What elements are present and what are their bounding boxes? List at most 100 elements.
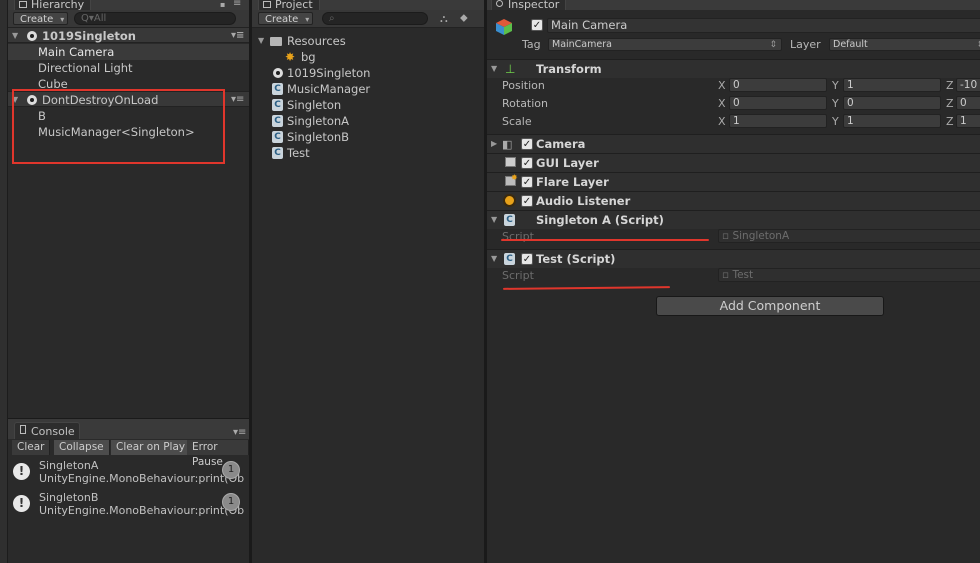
singleton-a-script-label: Script: [502, 230, 534, 243]
tab-project-label: Project: [275, 0, 313, 10]
layer-dropdown[interactable]: Default: [829, 38, 980, 51]
expand-triangle-icon[interactable]: ▼: [491, 215, 497, 224]
project-item-singleton[interactable]: C Singleton: [252, 97, 484, 113]
flare-layer-component-header[interactable]: ✸ ✓ Flare Layer: [487, 172, 980, 191]
rotation-y-field[interactable]: 0: [843, 96, 941, 110]
project-item-musicmanager[interactable]: C MusicManager: [252, 81, 484, 97]
project-item-singletona[interactable]: C SingletonA: [252, 113, 484, 129]
inspector-tabbar: Inspector: [487, 0, 980, 10]
expand-triangle-icon[interactable]: ▼: [491, 254, 497, 263]
camera-icon: ◧: [502, 138, 513, 151]
hierarchy-create-button[interactable]: Create: [13, 12, 69, 26]
project-item-singletonb[interactable]: C SingletonB: [252, 129, 484, 145]
project-item-label: bg: [301, 50, 316, 64]
panel-menu-icon[interactable]: ≡: [233, 0, 241, 9]
hierarchy-item-label: Directional Light: [38, 61, 133, 75]
singleton-a-script-header[interactable]: ▼ C Singleton A (Script): [487, 210, 980, 229]
tag-label: Tag: [522, 38, 541, 51]
camera-component-header[interactable]: ▶ ◧ ✓ Camera: [487, 134, 980, 153]
hierarchy-item-directional-light[interactable]: Directional Light: [8, 60, 249, 76]
position-z-field[interactable]: -10: [956, 78, 980, 92]
gui-layer-title: GUI Layer: [536, 156, 599, 170]
tab-project[interactable]: Project: [258, 0, 320, 10]
expand-triangle-icon[interactable]: ▼: [491, 64, 497, 73]
log-count-badge: 1: [222, 493, 240, 511]
gui-layer-component-header[interactable]: ✓ GUI Layer: [487, 153, 980, 172]
console-entry[interactable]: ! SingletonA UnityEngine.MonoBehaviour:p…: [8, 457, 249, 487]
test-script-label: Script: [502, 269, 534, 282]
script-icon: C: [272, 147, 283, 159]
expand-triangle-icon[interactable]: ▼: [258, 33, 264, 49]
console-collapse-button[interactable]: Collapse: [54, 440, 110, 455]
log-count-badge: 1: [222, 461, 240, 479]
camera-enabled-checkbox[interactable]: ✓: [521, 138, 533, 150]
test-script-enabled-checkbox[interactable]: ✓: [521, 253, 533, 265]
add-component-button[interactable]: Add Component: [656, 296, 884, 316]
scale-label: Scale: [502, 115, 532, 128]
project-item-test[interactable]: C Test: [252, 145, 484, 161]
axis-z-label: Z: [946, 97, 954, 110]
active-checkbox[interactable]: ✓: [531, 19, 543, 31]
console-clear-button[interactable]: Clear: [12, 440, 51, 455]
audio-listener-enabled-checkbox[interactable]: ✓: [521, 195, 533, 207]
scene-menu-icon[interactable]: ▾≡: [231, 28, 244, 44]
rotation-x-field[interactable]: 0: [729, 96, 827, 110]
lock-icon[interactable]: ▪: [220, 0, 225, 9]
audio-listener-component-header[interactable]: ✓ Audio Listener: [487, 191, 980, 210]
console-clear-on-play-button[interactable]: Clear on Play: [111, 440, 192, 455]
project-create-button[interactable]: Create: [258, 12, 314, 26]
tab-hierarchy[interactable]: Hierarchy: [14, 0, 92, 10]
hierarchy-toolbar: Create Q▾All: [8, 10, 249, 28]
project-tab-icon: [263, 1, 271, 8]
test-script-header[interactable]: ▼ C ✓ Test (Script): [487, 249, 980, 268]
project-tabbar: Project: [252, 0, 484, 10]
console-error-pause-button[interactable]: Error Pause: [187, 440, 249, 468]
layer-label: Layer: [790, 38, 821, 51]
script-icon: C: [272, 99, 283, 111]
collapse-triangle-icon[interactable]: ▶: [491, 139, 497, 148]
scale-y-field[interactable]: 1: [843, 114, 941, 128]
log-detail: UnityEngine.MonoBehaviour:print(Ob: [39, 472, 245, 485]
axis-y-label: Y: [832, 97, 839, 110]
transform-header[interactable]: ▼ ⊥ Transform: [487, 59, 980, 78]
audio-listener-icon: [503, 194, 516, 207]
expand-triangle-icon[interactable]: ▼: [12, 28, 18, 44]
tab-hierarchy-label: Hierarchy: [31, 0, 85, 10]
filter-label-icon[interactable]: ⬥: [460, 11, 468, 25]
scale-z-field[interactable]: 1: [956, 114, 980, 128]
scene-menu-icon[interactable]: ▾≡: [231, 92, 244, 108]
gameobject-cube-icon: [495, 18, 513, 36]
transform-title: Transform: [536, 62, 602, 76]
hierarchy-item-main-camera[interactable]: Main Camera: [8, 44, 249, 60]
project-item-bg[interactable]: ✸ bg: [252, 49, 484, 65]
tab-inspector[interactable]: Inspector: [491, 0, 567, 10]
console-menu-icon[interactable]: ▾≡: [233, 427, 246, 438]
flare-spark-icon: ✸: [511, 173, 518, 182]
tab-inspector-label: Inspector: [508, 0, 560, 10]
axis-y-label: Y: [832, 79, 839, 92]
object-name-field[interactable]: Main Camera: [547, 18, 980, 33]
axis-x-label: X: [718, 97, 726, 110]
project-item-label: 1019Singleton: [287, 66, 371, 80]
log-title: SingletonA: [39, 459, 99, 472]
inspector-panel: Inspector ✓ Main Camera Tag MainCamera L…: [487, 0, 980, 563]
gui-layer-enabled-checkbox[interactable]: ✓: [521, 157, 533, 169]
tab-console[interactable]: Console: [14, 422, 80, 439]
hierarchy-panel: Hierarchy ▪ ≡ Create Q▾All ▼ 1019Singlet…: [8, 0, 249, 418]
hierarchy-search-input[interactable]: Q▾All: [74, 12, 236, 25]
tag-dropdown[interactable]: MainCamera: [548, 38, 782, 51]
script-file-name: Test: [732, 269, 754, 281]
project-item-1019singleton[interactable]: 1019Singleton: [252, 65, 484, 81]
filter-type-icon[interactable]: ⛬: [440, 12, 448, 26]
flare-layer-enabled-checkbox[interactable]: ✓: [521, 176, 533, 188]
project-search-input[interactable]: ⌕: [322, 12, 428, 25]
project-item-resources[interactable]: ▼ Resources: [252, 33, 484, 49]
rotation-z-field[interactable]: 0: [956, 96, 980, 110]
scene-row-1019singleton[interactable]: ▼ 1019Singleton ▾≡: [8, 27, 249, 43]
position-x-field[interactable]: 0: [729, 78, 827, 92]
script-icon: C: [272, 115, 283, 127]
console-entry[interactable]: ! SingletonB UnityEngine.MonoBehaviour:p…: [8, 489, 249, 519]
scale-x-field[interactable]: 1: [729, 114, 827, 128]
annotation-underline: [501, 239, 709, 241]
position-y-field[interactable]: 1: [843, 78, 941, 92]
